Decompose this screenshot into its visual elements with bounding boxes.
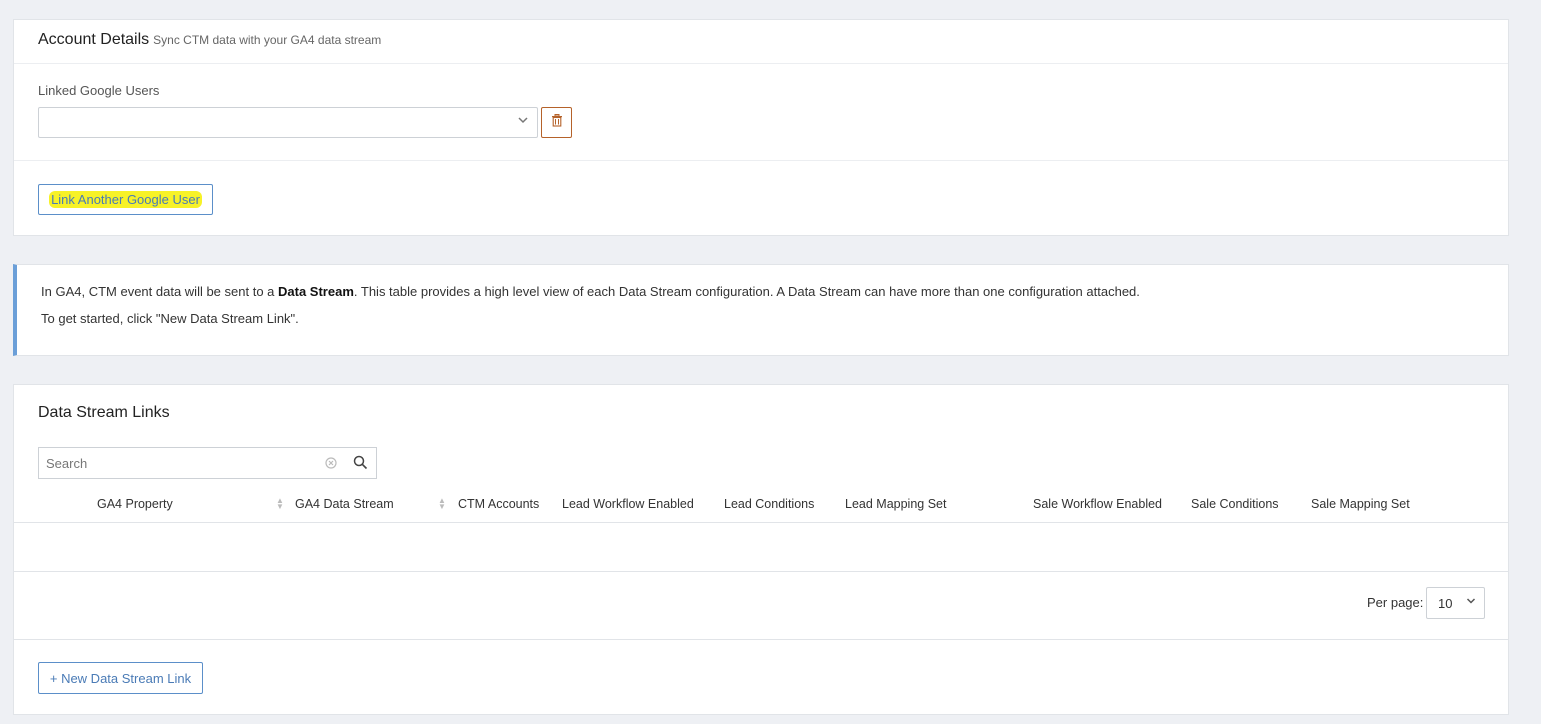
- table-body-divider: [14, 571, 1508, 572]
- per-page-value: 10: [1438, 596, 1453, 611]
- info-text-bold: Data Stream: [278, 284, 354, 299]
- chevron-down-icon: [1466, 596, 1476, 609]
- data-stream-links-title: Data Stream Links: [38, 404, 170, 421]
- footer-divider: [14, 639, 1508, 640]
- trash-icon: [551, 113, 563, 132]
- account-details-header: Account Details Sync CTM data with your G…: [14, 20, 1508, 64]
- sort-icon[interactable]: ▲ ▼: [438, 497, 446, 511]
- info-text-post: . This table provides a high level view …: [353, 284, 1140, 299]
- search-box: [38, 447, 377, 479]
- per-page-label: Per page:: [1367, 595, 1424, 610]
- delete-google-user-button[interactable]: [541, 107, 572, 138]
- info-text-pre: In GA4, CTM event data will be sent to a: [41, 284, 279, 299]
- chevron-down-icon: [517, 114, 529, 129]
- info-text-line2: To get started, click "New Data Stream L…: [41, 311, 299, 326]
- column-header-ga4-property[interactable]: GA4 Property: [97, 497, 173, 511]
- sort-icon[interactable]: ▲ ▼: [276, 497, 284, 511]
- column-header-lead-mapping-set: Lead Mapping Set: [845, 497, 947, 511]
- column-header-sale-mapping-set: Sale Mapping Set: [1311, 497, 1410, 511]
- per-page-select[interactable]: 10: [1426, 587, 1485, 619]
- data-stream-info-card: In GA4, CTM event data will be sent to a…: [13, 264, 1509, 356]
- column-header-sale-conditions: Sale Conditions: [1191, 497, 1279, 511]
- column-header-lead-workflow-enabled: Lead Workflow Enabled: [562, 497, 694, 511]
- table-header-divider: [14, 522, 1508, 523]
- column-header-sale-workflow-enabled: Sale Workflow Enabled: [1033, 497, 1163, 511]
- data-stream-links-card: Data Stream Links GA4 Property ▲▼ GA4 Da…: [13, 384, 1509, 715]
- clear-icon[interactable]: [325, 456, 337, 474]
- linked-google-users-label: Linked Google Users: [38, 83, 160, 98]
- link-another-google-user-button[interactable]: Link Another Google User: [38, 184, 213, 215]
- account-divider: [14, 160, 1508, 161]
- account-details-subtitle: Sync CTM data with your GA4 data stream: [153, 33, 382, 47]
- column-header-lead-conditions: Lead Conditions: [724, 497, 815, 511]
- account-details-card: Account Details Sync CTM data with your G…: [13, 19, 1509, 236]
- info-text-line1: In GA4, CTM event data will be sent to a…: [41, 284, 1140, 299]
- column-header-ctm-accounts: CTM Accounts: [458, 497, 540, 511]
- search-input[interactable]: [39, 448, 323, 478]
- column-header-ga4-data-stream[interactable]: GA4 Data Stream: [295, 497, 394, 511]
- account-details-title: Account Details Sync CTM data with your G…: [38, 31, 381, 49]
- account-details-heading: Account Details: [38, 31, 150, 48]
- new-data-stream-link-button[interactable]: + New Data Stream Link: [38, 662, 203, 694]
- search-icon[interactable]: [353, 455, 368, 475]
- linked-google-users-select[interactable]: [38, 107, 538, 138]
- link-another-google-user-label: Link Another Google User: [49, 191, 202, 208]
